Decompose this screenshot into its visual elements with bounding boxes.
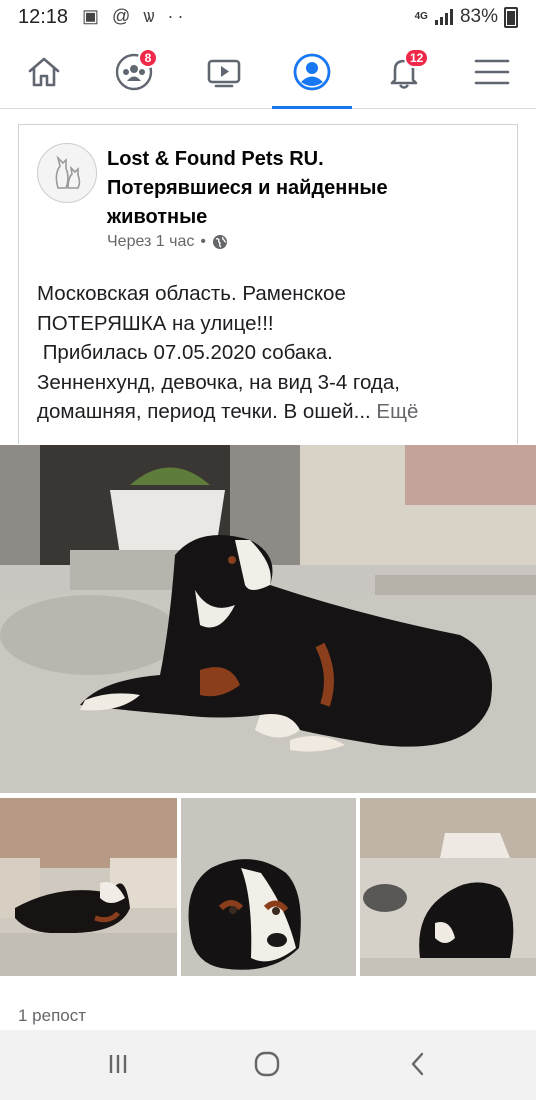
home-circle-icon <box>254 1051 280 1077</box>
recents-icon <box>109 1055 127 1073</box>
post-text-line: домашняя, период течки. В ошей... <box>37 400 371 423</box>
post-photo-main[interactable] <box>0 445 536 793</box>
post-text-line: ПОТЕРЯШКА на улице!!! <box>37 311 274 335</box>
status-right: 4G 83% <box>415 6 518 28</box>
back-button[interactable] <box>388 1044 448 1084</box>
nav-home[interactable] <box>4 36 84 108</box>
post-card: Lost & Found Pets RU. Потерявшиеся и най… <box>18 124 518 444</box>
nav-profile[interactable] <box>272 36 352 108</box>
post-meta: Через 1 час • <box>107 233 228 251</box>
notifications-badge: 12 <box>404 48 430 68</box>
dog-photo-thumb-image <box>181 798 356 976</box>
nav-watch[interactable] <box>184 36 264 108</box>
home-system-button[interactable] <box>237 1044 297 1084</box>
nav-menu[interactable] <box>452 36 532 108</box>
dog-photo-thumb-image <box>0 798 177 976</box>
nav-groups[interactable]: 8 <box>94 36 174 108</box>
reposts-count[interactable]: 1 репост <box>18 1006 86 1026</box>
pets-logo-icon <box>39 145 95 201</box>
post-text-line: Московская область. Раменское <box>37 282 346 305</box>
status-time: 12:18 <box>18 6 69 28</box>
top-navigation: 8 12 <box>0 36 536 109</box>
globe-icon <box>212 235 227 249</box>
recents-button[interactable] <box>88 1044 148 1084</box>
page-avatar[interactable] <box>37 143 97 203</box>
post-text-line: Прибилась 07.05.2020 собака. <box>37 341 333 364</box>
back-icon <box>411 1052 424 1076</box>
post-time[interactable]: Через 1 час <box>107 233 194 251</box>
page-name[interactable]: Lost & Found Pets RU. Потерявшиеся и най… <box>107 145 427 232</box>
dog-photo-thumb-image <box>360 798 536 976</box>
post-photo-thumb-1[interactable] <box>0 798 177 976</box>
system-navigation-bar <box>0 1030 536 1100</box>
watch-icon <box>207 59 241 88</box>
post-photo-thumb-2[interactable] <box>181 798 356 976</box>
meta-separator: • <box>200 233 206 250</box>
see-more-link[interactable]: Ещё <box>376 400 418 423</box>
menu-icon <box>474 59 510 85</box>
post-text: Московская область. Раменское ПОТЕРЯШКА … <box>37 279 507 427</box>
status-bar: 12:18 ▣ @ ѡ ·· 4G 83% <box>0 0 536 36</box>
network-indicator: 4G <box>414 11 428 22</box>
home-icon <box>28 57 60 87</box>
profile-icon <box>293 53 331 91</box>
active-tab-indicator <box>272 106 352 109</box>
battery-percent: 83% <box>459 6 498 27</box>
battery-icon <box>504 6 518 28</box>
dog-photo-image <box>0 445 536 793</box>
nav-notifications[interactable]: 12 <box>364 36 444 108</box>
post-photo-thumb-3[interactable] <box>360 798 536 976</box>
signal-icon <box>434 9 453 25</box>
groups-badge: 8 <box>138 48 158 68</box>
post-text-last-line: домашняя, период течки. В ошей... Ещё <box>37 397 507 427</box>
post-text-line: Зенненхунд, девочка, на вид 3-4 года, <box>37 370 400 394</box>
status-notification-icons: ▣ @ ѡ ·· <box>82 6 188 26</box>
